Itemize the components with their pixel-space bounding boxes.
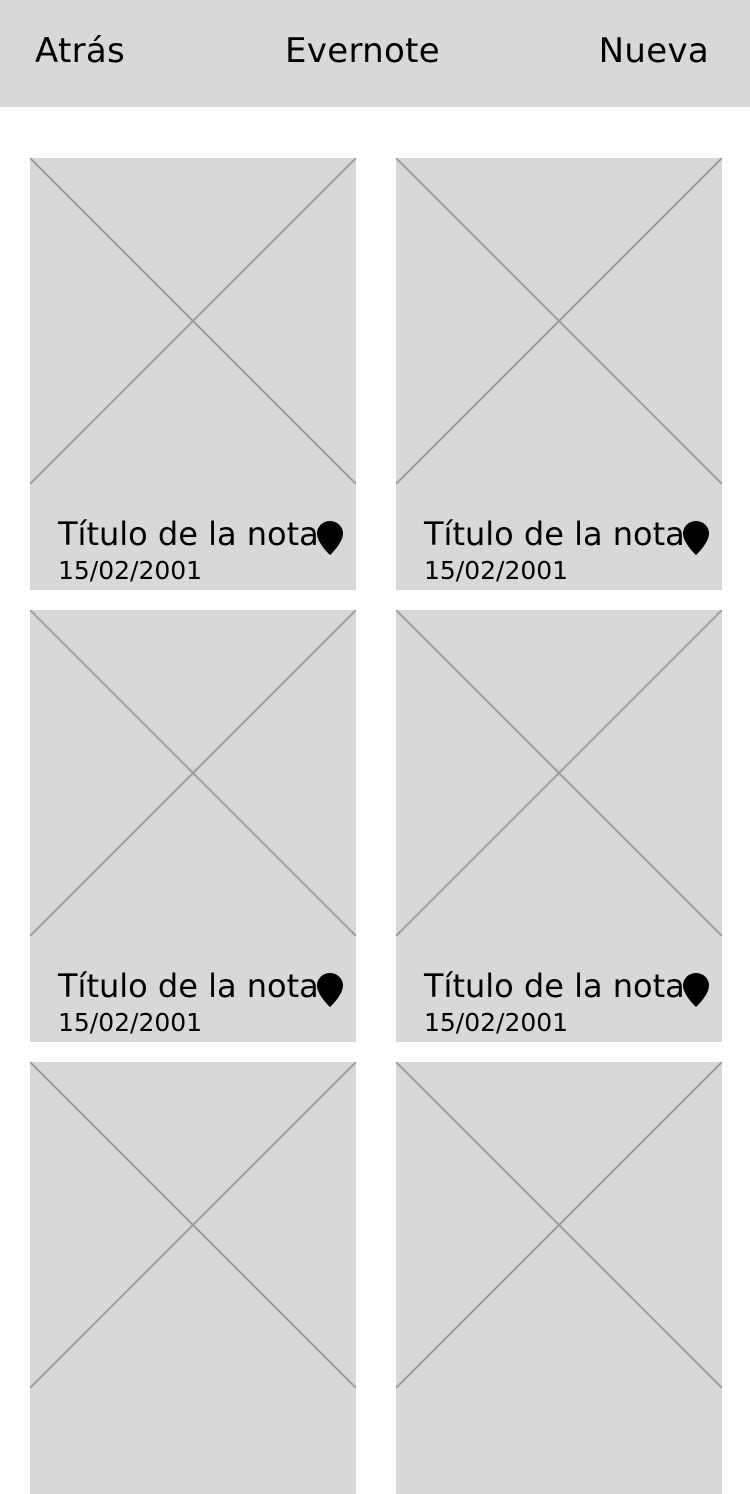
note-date: 15/02/2001 (424, 1008, 569, 1037)
note-card[interactable]: Título de la nota 15/02/2001 (30, 158, 356, 590)
note-date: 15/02/2001 (58, 1008, 203, 1037)
note-title: Título de la nota (424, 515, 685, 553)
note-date: 15/02/2001 (424, 556, 569, 585)
navigation-bar: Atrás Evernote Nueva (0, 0, 750, 107)
location-pin-icon (317, 521, 343, 555)
image-placeholder (30, 610, 356, 936)
image-placeholder (30, 1062, 356, 1388)
location-pin-icon (683, 973, 709, 1007)
note-date: 15/02/2001 (58, 556, 203, 585)
new-note-button[interactable]: Nueva (599, 30, 709, 72)
image-placeholder (396, 610, 722, 936)
image-placeholder (396, 1062, 722, 1388)
location-pin-icon (317, 973, 343, 1007)
note-card[interactable]: Título de la nota 15/02/2001 (30, 610, 356, 1042)
note-card[interactable]: Título de la nota 15/02/2001 (396, 158, 722, 590)
note-card[interactable] (396, 1062, 722, 1494)
image-placeholder (396, 158, 722, 484)
note-title: Título de la nota (58, 967, 319, 1005)
image-placeholder (30, 158, 356, 484)
note-title: Título de la nota (58, 515, 319, 553)
note-title: Título de la nota (424, 967, 685, 1005)
location-pin-icon (683, 521, 709, 555)
note-card[interactable] (30, 1062, 356, 1494)
note-card[interactable]: Título de la nota 15/02/2001 (396, 610, 722, 1042)
